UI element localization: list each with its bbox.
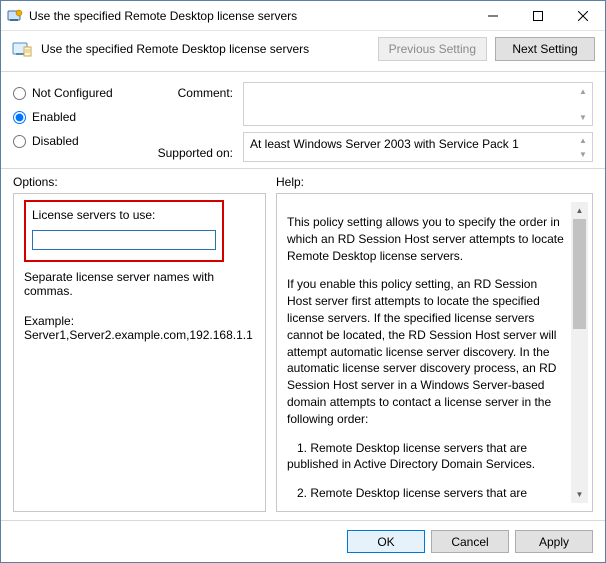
comment-scrollbar[interactable]: ▲ ▼ [574,83,592,125]
comment-textbox[interactable]: ▲ ▼ [243,82,593,126]
help-p4: 2. Remote Desktop license servers that a… [287,485,565,503]
radio-enabled[interactable]: Enabled [13,110,133,124]
ok-button[interactable]: OK [347,530,425,553]
scroll-down-icon[interactable]: ▼ [574,147,592,161]
scroll-up-icon[interactable]: ▲ [571,202,588,219]
supported-label: Supported on: [143,146,233,160]
radio-disabled-label: Disabled [32,134,79,148]
help-p1: This policy setting allows you to specif… [287,214,565,264]
scroll-down-icon[interactable]: ▼ [574,109,592,125]
supported-textbox: At least Windows Server 2003 with Servic… [243,132,593,162]
radio-enabled-label: Enabled [32,110,76,124]
help-pane: This policy setting allows you to specif… [276,193,593,512]
header-title: Use the specified Remote Desktop license… [41,42,370,56]
license-servers-input[interactable] [32,230,216,250]
window-title: Use the specified Remote Desktop license… [29,9,470,23]
help-p2: If you enable this policy setting, an RD… [287,276,565,427]
titlebar: Use the specified Remote Desktop license… [1,1,605,31]
column-labels: Options: Help: [1,169,605,193]
gpo-dialog: Use the specified Remote Desktop license… [0,0,606,563]
supported-scrollbar[interactable]: ▲ ▼ [574,133,592,161]
scroll-track[interactable] [571,219,588,486]
options-column-label: Options: [13,175,266,189]
app-icon [7,8,23,24]
policy-icon [11,40,33,58]
highlighted-option: License servers to use: [24,200,224,262]
field-labels: Comment: Supported on: [143,82,233,162]
minimize-button[interactable] [470,1,515,30]
options-pane: License servers to use: Separate license… [13,193,266,512]
previous-setting-button[interactable]: Previous Setting [378,37,487,61]
field-values: ▲ ▼ At least Windows Server 2003 with Se… [243,82,593,162]
cancel-button[interactable]: Cancel [431,530,509,553]
next-setting-button[interactable]: Next Setting [495,37,595,61]
radio-not-configured-label: Not Configured [32,86,113,100]
scroll-up-icon[interactable]: ▲ [574,133,592,147]
main-area: License servers to use: Separate license… [1,193,605,520]
radio-not-configured[interactable]: Not Configured [13,86,133,100]
close-button[interactable] [560,1,605,30]
maximize-button[interactable] [515,1,560,30]
scroll-thumb[interactable] [573,219,586,329]
help-text: This policy setting allows you to specif… [287,202,571,503]
help-scrollbar[interactable]: ▲ ▼ [571,202,588,503]
dialog-footer: OK Cancel Apply [1,520,605,562]
options-hint-2: Example: Server1,Server2.example.com,192… [24,314,255,342]
settings-area: Not Configured Enabled Disabled Comment:… [1,72,605,169]
license-label: License servers to use: [32,208,216,222]
radio-disabled[interactable]: Disabled [13,134,133,148]
scroll-up-icon[interactable]: ▲ [574,83,592,99]
options-hint-1: Separate license server names with comma… [24,270,255,298]
apply-button[interactable]: Apply [515,530,593,553]
radio-enabled-input[interactable] [13,111,26,124]
comment-label: Comment: [143,86,233,100]
help-p3: 1. Remote Desktop license servers that a… [287,440,565,474]
state-radios: Not Configured Enabled Disabled [13,82,133,162]
header-row: Use the specified Remote Desktop license… [1,31,605,72]
supported-value: At least Windows Server 2003 with Servic… [250,137,519,151]
radio-disabled-input[interactable] [13,135,26,148]
scroll-down-icon[interactable]: ▼ [571,486,588,503]
radio-not-configured-input[interactable] [13,87,26,100]
help-column-label: Help: [276,175,593,189]
